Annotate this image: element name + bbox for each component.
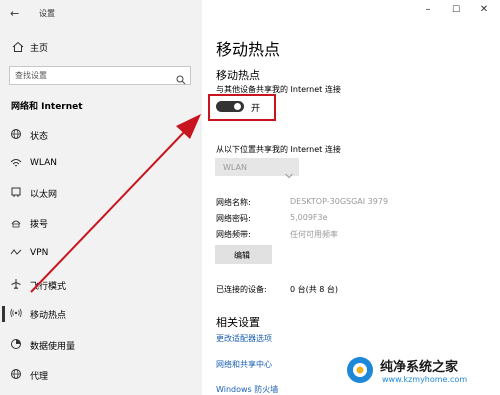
back-button[interactable]: ← — [10, 7, 19, 20]
sidebar-item-proxy[interactable]: 代理 — [0, 366, 202, 384]
active-indicator — [2, 306, 5, 322]
sidebar-item-label: 拨号 — [30, 220, 49, 230]
dialup-icon — [10, 216, 22, 228]
sidebar-item-data-usage[interactable]: 数据使用量 — [0, 336, 202, 354]
page-title: 移动热点 — [216, 40, 281, 59]
globe-icon — [10, 368, 22, 380]
link-adapter-options[interactable]: 更改适配器选项 — [216, 333, 272, 344]
sidebar-item-mobile-hotspot[interactable]: 移动热点 — [0, 305, 202, 323]
sidebar-item-label: 状态 — [30, 132, 49, 142]
search-box[interactable]: 查找设置 — [9, 66, 191, 85]
sidebar-item-status[interactable]: 状态 — [0, 126, 202, 144]
maximize-button[interactable]: ☐ — [446, 3, 466, 17]
sidebar-item-dialup[interactable]: 拨号 — [0, 214, 202, 232]
search-input[interactable]: 查找设置 — [15, 70, 47, 81]
chevron-down-icon — [285, 164, 293, 179]
sidebar-item-label: 飞行模式 — [30, 282, 67, 292]
data-usage-icon — [10, 338, 22, 350]
sidebar-item-label: WLAN — [30, 158, 58, 168]
watermark: 纯净系统之家 www.kzmyhome.com — [345, 353, 495, 391]
sidebar-item-vpn[interactable]: VPN — [0, 245, 202, 263]
sidebar-item-airplane[interactable]: 飞行模式 — [0, 276, 202, 294]
share-from-dropdown[interactable]: WLAN — [215, 158, 299, 179]
connected-devices-value: 0 台(共 8 台) — [290, 285, 339, 294]
band-value: 任何可用频率 — [290, 230, 338, 239]
sidebar-item-label: 数据使用量 — [30, 342, 76, 352]
watermark-logo-icon — [345, 355, 375, 385]
settings-sidebar: ← 设置 主页 查找设置 网络和 Internet 状态 WLAN 以太网 拨号… — [0, 0, 202, 395]
share-from-label: 从以下位置共享我的 Internet 连接 — [216, 145, 341, 154]
search-icon[interactable] — [176, 70, 186, 85]
home-label: 主页 — [30, 44, 49, 54]
band-label: 网络频带: — [216, 230, 251, 239]
link-windows-firewall[interactable]: Windows 防火墙 — [216, 384, 278, 395]
ethernet-icon — [10, 186, 22, 198]
password-label: 网络密码: — [216, 214, 251, 223]
vpn-icon — [10, 247, 22, 259]
wifi-icon — [10, 157, 22, 169]
section-heading: 网络和 Internet — [11, 102, 83, 112]
watermark-url: www.kzmyhome.com — [382, 375, 468, 384]
sidebar-item-ethernet[interactable]: 以太网 — [0, 184, 202, 202]
sidebar-item-label: VPN — [30, 248, 49, 258]
sidebar-item-wlan[interactable]: WLAN — [0, 155, 202, 173]
section-title: 移动热点 — [216, 69, 260, 82]
edit-button-label: 编辑 — [234, 251, 250, 260]
sidebar-item-label: 代理 — [30, 372, 49, 382]
globe-icon — [10, 128, 22, 140]
watermark-title: 纯净系统之家 — [380, 360, 459, 375]
window-title: 设置 — [39, 9, 55, 18]
home-icon — [12, 41, 24, 53]
link-network-sharing-center[interactable]: 网络和共享中心 — [216, 359, 272, 370]
annotation-highlight-box — [208, 94, 276, 121]
close-button[interactable]: ✕ — [474, 3, 494, 17]
minimize-button[interactable]: – — [418, 3, 438, 17]
network-name-label: 网络名称: — [216, 198, 251, 207]
hotspot-icon — [10, 307, 22, 319]
settings-content: – ☐ ✕ 移动热点 移动热点 与其他设备共享我的 Internet 连接 开 … — [202, 0, 500, 395]
dropdown-value: WLAN — [223, 163, 248, 172]
edit-button[interactable]: 编辑 — [215, 245, 272, 264]
sidebar-item-label: 移动热点 — [30, 311, 67, 321]
connected-devices-label: 已连接的设备: — [216, 285, 267, 294]
airplane-icon — [10, 278, 22, 290]
password-value: 5,009F3e — [290, 213, 328, 222]
network-name-value: DESKTOP-30GSGAI 3979 — [290, 197, 389, 206]
sidebar-item-label: 以太网 — [30, 190, 58, 200]
related-settings-title: 相关设置 — [216, 316, 260, 329]
home-nav-item[interactable]: 主页 — [0, 38, 202, 56]
